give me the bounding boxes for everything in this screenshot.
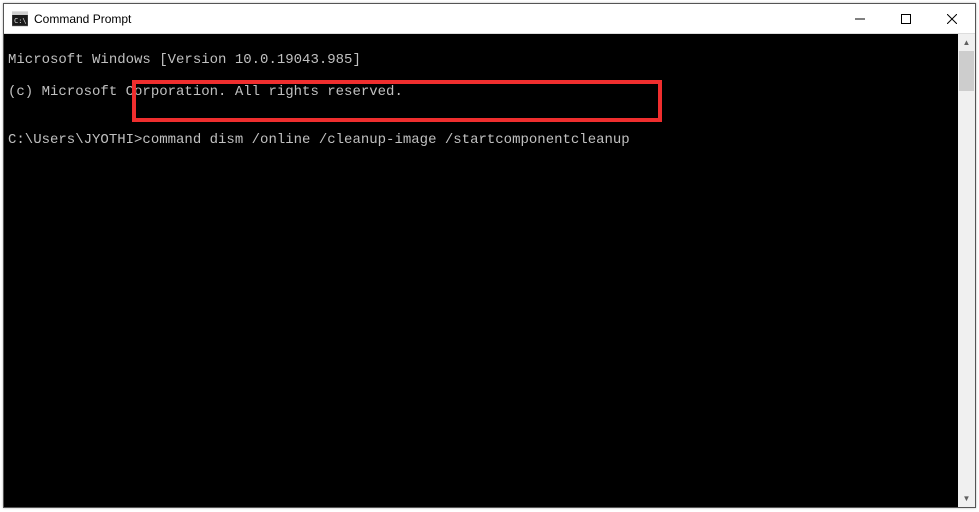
chevron-up-icon: ▲ [963, 39, 971, 47]
svg-text:C:\: C:\ [14, 17, 27, 25]
window-title: Command Prompt [34, 12, 837, 26]
scroll-track[interactable] [958, 51, 975, 490]
scroll-thumb[interactable] [959, 51, 974, 91]
terminal-area: Microsoft Windows [Version 10.0.19043.98… [4, 34, 975, 507]
terminal-line: Microsoft Windows [Version 10.0.19043.98… [8, 52, 958, 68]
scroll-down-button[interactable]: ▼ [958, 490, 975, 507]
scroll-up-button[interactable]: ▲ [958, 34, 975, 51]
prompt-line: C:\Users\JYOTHI>command dism /online /cl… [8, 132, 958, 148]
prompt: C:\Users\JYOTHI> [8, 132, 142, 148]
maximize-button[interactable] [883, 4, 929, 33]
command-text: command dism /online /cleanup-image /sta… [142, 132, 629, 148]
terminal-line: (c) Microsoft Corporation. All rights re… [8, 84, 958, 100]
vertical-scrollbar[interactable]: ▲ ▼ [958, 34, 975, 507]
terminal[interactable]: Microsoft Windows [Version 10.0.19043.98… [4, 34, 958, 507]
cmd-icon: C:\ [12, 11, 28, 27]
minimize-button[interactable] [837, 4, 883, 33]
chevron-down-icon: ▼ [963, 495, 971, 503]
close-button[interactable] [929, 4, 975, 33]
window-controls [837, 4, 975, 33]
command-prompt-window: C:\ Command Prompt Microsoft Windows [Ve… [3, 3, 976, 508]
titlebar[interactable]: C:\ Command Prompt [4, 4, 975, 34]
